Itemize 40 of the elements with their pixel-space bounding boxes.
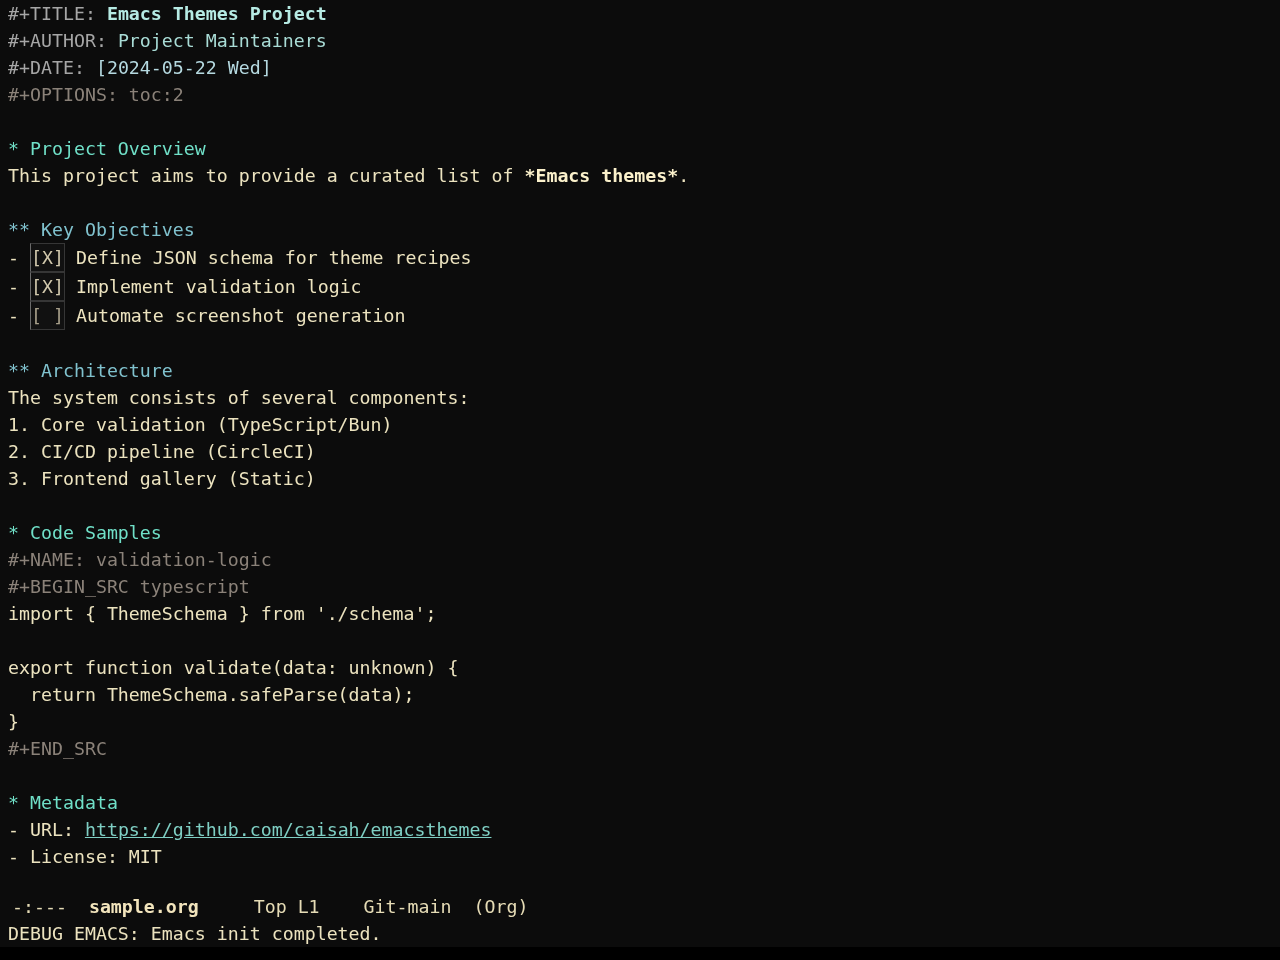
list-bullet: - xyxy=(8,246,19,270)
major-mode: (Org) xyxy=(473,894,529,919)
keyword-name: #+AUTHOR: xyxy=(8,29,107,53)
heading: * Metadata xyxy=(8,791,118,815)
heading: * Code Samples xyxy=(8,521,162,545)
list-item-text: 1. Core validation (TypeScript/Bun) xyxy=(8,413,393,437)
list-bullet: - xyxy=(8,275,19,299)
keyword-value: [2024-05-22 Wed] xyxy=(95,56,272,80)
list-item-text: - URL: xyxy=(8,818,74,842)
block-keyword: #+END_SRC xyxy=(8,737,107,761)
list-item-text: Define JSON schema for theme recipes xyxy=(75,246,472,270)
keyword-value: Project Maintainers xyxy=(117,29,327,53)
cursor-position: Top L1 xyxy=(253,894,320,919)
vc-branch: Git-main xyxy=(363,894,452,919)
block-keyword: #+BEGIN_SRC typescript xyxy=(8,575,250,599)
list-item-text: 2. CI/CD pipeline (CircleCI) xyxy=(8,440,316,464)
buffer-name: sample.org xyxy=(88,894,199,919)
heading: * Project Overview xyxy=(8,137,206,161)
modified-status: -:--- xyxy=(12,894,67,919)
link[interactable]: https://github.com/caisah/emacsthemes xyxy=(84,816,492,843)
body-text: - License: MIT xyxy=(8,845,162,869)
source-code-text: import { ThemeSchema } from './schema'; export function validate(data: unknown) { return ThemeSchema.safeParse(data); } xyxy=(8,602,459,734)
block-keyword: #+NAME: validation-logic xyxy=(8,548,272,572)
heading: ** Key Objectives xyxy=(8,218,195,242)
keyword-name: #+DATE: xyxy=(8,56,85,80)
paragraph-text: This project aims to provide a curated list of *Emacs themes*. xyxy=(8,164,690,188)
body-text: The system consists of several components: xyxy=(8,386,470,410)
keyword-name: #+TITLE: xyxy=(8,2,96,26)
echo-message: DEBUG EMACS: Emacs init completed. xyxy=(8,922,382,946)
list-bullet: - xyxy=(8,304,19,328)
keyword-name: #+OPTIONS: xyxy=(8,83,118,107)
list-item-text: Implement validation logic xyxy=(75,275,362,299)
heading: ** Architecture xyxy=(8,359,173,383)
list-item-text: Automate screenshot generation xyxy=(75,304,406,328)
keyword-value: toc:2 xyxy=(128,83,184,107)
checkbox[interactable]: [ ] xyxy=(30,301,65,330)
checkbox[interactable]: [X] xyxy=(30,272,65,301)
keyword-value: Emacs Themes Project xyxy=(106,2,327,26)
checkbox[interactable]: [X] xyxy=(30,243,65,272)
list-item-text: 3. Frontend gallery (Static) xyxy=(8,467,316,491)
